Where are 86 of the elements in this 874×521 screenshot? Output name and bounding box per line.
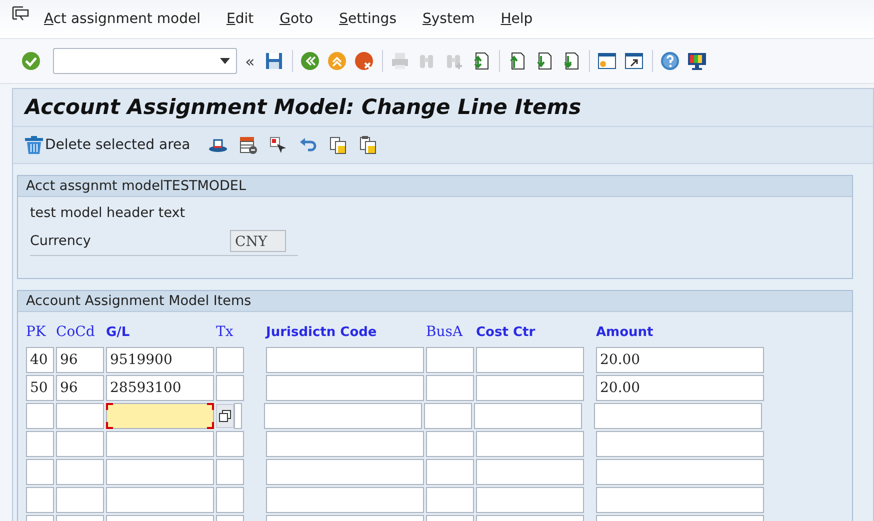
input-field[interactable] <box>26 431 54 457</box>
input-field[interactable] <box>476 431 584 457</box>
input-field[interactable] <box>426 459 474 485</box>
input-field[interactable] <box>266 375 424 401</box>
input-field[interactable] <box>426 487 474 513</box>
dropdown-caret-icon[interactable] <box>220 58 230 64</box>
input-field[interactable] <box>216 347 244 373</box>
input-field[interactable] <box>596 459 764 485</box>
cancel-icon[interactable] <box>352 50 375 72</box>
delete-selected-area-button[interactable]: Delete selected area <box>21 132 192 158</box>
collapse-button[interactable]: « <box>245 52 255 70</box>
group-title: Account Assignment Model Items <box>18 291 852 312</box>
column-header: Tx <box>216 324 234 340</box>
header-text: test model header text <box>30 205 186 223</box>
input-field[interactable] <box>426 375 474 401</box>
input-field[interactable]: 50 <box>26 375 54 401</box>
column-header: Jurisdictn Code <box>266 324 378 340</box>
column-header: Cost Ctr <box>476 324 536 340</box>
delete-row-icon[interactable] <box>238 135 258 155</box>
input-field[interactable] <box>264 403 422 429</box>
input-field[interactable] <box>266 347 424 373</box>
back-icon[interactable] <box>298 50 321 72</box>
value-help-button[interactable] <box>216 404 234 428</box>
input-field[interactable]: 9519900 <box>106 347 214 373</box>
input-field[interactable] <box>476 459 584 485</box>
input-field[interactable] <box>266 431 424 457</box>
input-field[interactable] <box>56 487 104 513</box>
paste-icon[interactable] <box>358 135 378 155</box>
input-field[interactable] <box>26 403 54 429</box>
command-field[interactable] <box>53 48 237 74</box>
trash-icon <box>23 134 45 156</box>
input-field[interactable] <box>56 403 104 429</box>
menu-item[interactable]: Goto <box>280 11 314 27</box>
input-field[interactable]: 40 <box>26 347 54 373</box>
input-field[interactable] <box>266 459 424 485</box>
overlapping-squares-icon <box>218 409 232 423</box>
input-field[interactable] <box>106 459 214 485</box>
input-field[interactable] <box>596 487 764 513</box>
menu-item[interactable]: Help <box>500 11 533 27</box>
input-field[interactable] <box>106 431 214 457</box>
input-field[interactable] <box>216 459 244 485</box>
input-field[interactable] <box>476 347 584 373</box>
input-field[interactable] <box>56 459 104 485</box>
menu-item[interactable]: Settings <box>339 11 396 27</box>
column-header: G/L <box>106 324 131 340</box>
exit-icon[interactable] <box>326 50 348 72</box>
menu-item[interactable]: Edit <box>226 11 254 27</box>
menu-icon[interactable] <box>12 6 30 22</box>
column-header: CoCd <box>56 324 96 340</box>
column-header: Amount <box>596 324 654 340</box>
input-field[interactable]: 96 <box>56 347 104 373</box>
menu-item[interactable]: System <box>422 11 475 27</box>
input-field[interactable] <box>216 431 244 457</box>
input-field[interactable] <box>424 403 472 429</box>
input-field[interactable] <box>476 487 584 513</box>
input-field[interactable]: 28593100 <box>106 375 214 401</box>
input-field[interactable] <box>234 403 242 429</box>
input-field[interactable] <box>106 403 214 429</box>
input-field[interactable] <box>216 487 244 513</box>
group-title: Acct assgnmt modelTESTMODEL <box>18 176 852 197</box>
input-field[interactable] <box>26 487 54 513</box>
input-field[interactable] <box>476 375 584 401</box>
menu-item[interactable]: Act assignment model <box>44 11 200 27</box>
column-header: PK <box>26 324 47 340</box>
input-field[interactable] <box>56 431 104 457</box>
input-field[interactable] <box>266 487 424 513</box>
input-field[interactable] <box>426 347 474 373</box>
input-field[interactable]: 20.00 <box>596 347 764 373</box>
monitor-icon[interactable] <box>686 50 708 72</box>
input-field[interactable] <box>596 431 764 457</box>
copy-icon[interactable] <box>328 135 348 155</box>
column-header: BusA <box>426 324 464 340</box>
input-field[interactable] <box>26 459 54 485</box>
input-field[interactable]: 20.00 <box>596 375 764 401</box>
check-icon[interactable] <box>20 50 42 72</box>
input-field[interactable] <box>594 403 762 429</box>
currency-field: CNY <box>230 230 286 252</box>
input-field[interactable]: 96 <box>56 375 104 401</box>
screen-title: Account Assignment Model: Change Line Items <box>13 89 873 127</box>
help-icon[interactable] <box>658 50 681 72</box>
cursor-select-icon[interactable] <box>268 135 288 155</box>
input-field[interactable] <box>106 487 214 513</box>
currency-label: Currency <box>30 233 92 249</box>
input-field[interactable] <box>216 375 244 401</box>
input-field[interactable] <box>474 403 582 429</box>
input-field[interactable] <box>426 431 474 457</box>
